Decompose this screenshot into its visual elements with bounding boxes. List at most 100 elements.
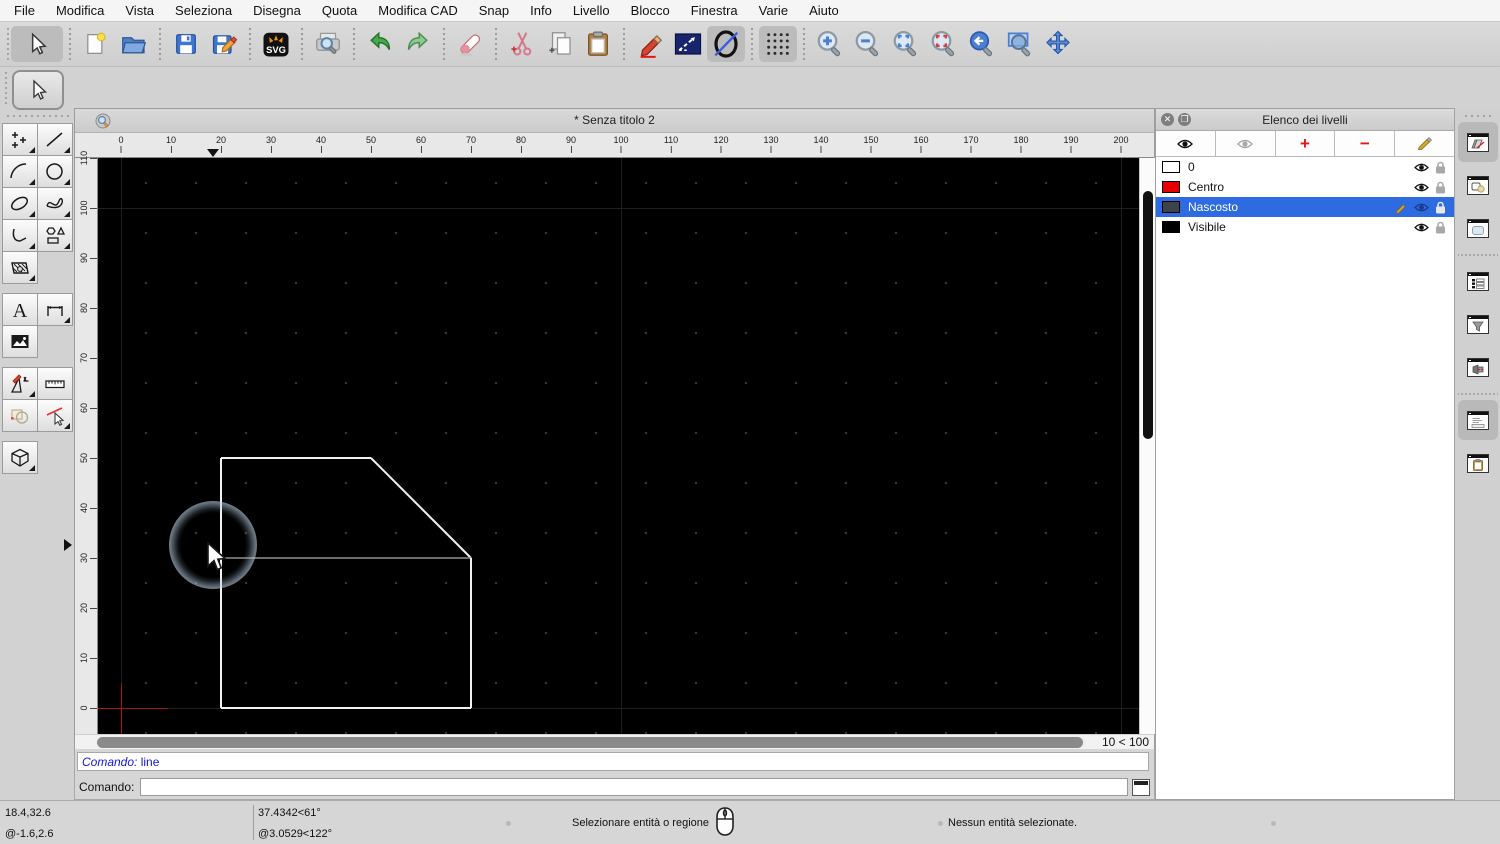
- layer-visibility-icon[interactable]: [1414, 202, 1429, 213]
- layer-row-0[interactable]: 0: [1156, 157, 1454, 177]
- layer-list-dock-button[interactable]: [1457, 122, 1498, 162]
- v-scrollbar-thumb[interactable]: [1143, 191, 1153, 439]
- add-layer-button[interactable]: +: [1276, 131, 1336, 156]
- dimension-tool-button[interactable]: [37, 293, 73, 326]
- save-button[interactable]: [167, 26, 205, 62]
- drawing-window-titlebar[interactable]: * Senza titolo 2: [75, 109, 1154, 133]
- grid-toggle-button[interactable]: [759, 26, 797, 62]
- zoom-selection-button[interactable]: [925, 26, 963, 62]
- edit-layer-button[interactable]: [1395, 131, 1454, 156]
- block-list-dock-icon: [1466, 175, 1489, 195]
- points-tool-button[interactable]: [2, 123, 38, 156]
- print-preview-button[interactable]: [309, 26, 347, 62]
- menu-item-modifica[interactable]: Modifica: [56, 3, 104, 18]
- redo-button[interactable]: [399, 26, 437, 62]
- command-dock-toggle-button[interactable]: [1132, 778, 1150, 796]
- new-file-button[interactable]: [77, 26, 115, 62]
- pan-button[interactable]: [1039, 26, 1077, 62]
- line-preview-button[interactable]: [669, 26, 707, 62]
- layer-visibility-icon[interactable]: [1414, 182, 1429, 193]
- command-input[interactable]: [140, 778, 1128, 796]
- text-tool-button[interactable]: A: [2, 293, 38, 326]
- clipboard-dock-icon: [1466, 453, 1489, 473]
- ellipse-tool-button[interactable]: [2, 187, 38, 220]
- h-ruler-tick: 60: [416, 135, 426, 153]
- layer-lock-icon[interactable]: [1435, 201, 1446, 214]
- menu-item-aiuto[interactable]: Aiuto: [809, 3, 839, 18]
- selection-toolbar-button[interactable]: [12, 70, 64, 110]
- menu-item-quota[interactable]: Quota: [322, 3, 357, 18]
- list-view-dock-button[interactable]: [1458, 261, 1498, 301]
- block-list-dock-button[interactable]: [1458, 165, 1498, 205]
- hide-all-layers-button[interactable]: [1216, 131, 1276, 156]
- layer-visibility-icon[interactable]: [1414, 162, 1429, 173]
- menu-item-file[interactable]: File: [14, 3, 35, 18]
- menu-item-snap[interactable]: Snap: [479, 3, 509, 18]
- line-tool-button[interactable]: [37, 123, 73, 156]
- hatch-tool-button[interactable]: [2, 251, 38, 284]
- copy-button[interactable]: [541, 26, 579, 62]
- zoom-window-button[interactable]: [1001, 26, 1039, 62]
- show-all-layers-button[interactable]: [1156, 131, 1216, 156]
- filter-dock-button[interactable]: [1458, 304, 1498, 344]
- menu-item-livello[interactable]: Livello: [573, 3, 610, 18]
- layer-lock-icon[interactable]: [1435, 221, 1446, 234]
- select-tool-button[interactable]: [11, 26, 63, 62]
- h-scrollbar-thumb[interactable]: [97, 737, 1083, 748]
- command-line-dock-button[interactable]: [1457, 400, 1498, 440]
- explode-tool-button[interactable]: [37, 399, 73, 432]
- circle-tool-button[interactable]: [37, 155, 73, 188]
- menu-item-vista[interactable]: Vista: [125, 3, 154, 18]
- clipboard-dock-button[interactable]: [1458, 443, 1498, 483]
- layer-visibility-icon[interactable]: [1414, 222, 1429, 233]
- delete-button[interactable]: [451, 26, 489, 62]
- layer-row-visibile[interactable]: Visibile: [1156, 217, 1454, 237]
- layer-lock-icon[interactable]: [1435, 181, 1446, 194]
- solid-3d-tool-button[interactable]: [2, 441, 38, 474]
- library-browser-dock-button[interactable]: [1458, 208, 1498, 248]
- draft-mode-button[interactable]: [707, 26, 745, 62]
- h-scrollbar[interactable]: [96, 737, 1086, 748]
- arc-tool-button[interactable]: [2, 155, 38, 188]
- plugin-dock-button[interactable]: [1458, 347, 1498, 387]
- palette-handle[interactable]: [3, 112, 73, 120]
- layer-row-nascosto[interactable]: Nascosto: [1156, 197, 1454, 217]
- open-file-button[interactable]: [115, 26, 153, 62]
- polygon-tool-button[interactable]: [37, 219, 73, 252]
- remove-layer-button[interactable]: −: [1335, 131, 1396, 156]
- menu-item-finestra[interactable]: Finestra: [691, 3, 738, 18]
- modify-shape-tool-button[interactable]: [2, 399, 38, 432]
- paste-button[interactable]: [579, 26, 617, 62]
- selbar-handle[interactable]: [2, 72, 9, 104]
- menu-item-seleziona[interactable]: Seleziona: [175, 3, 232, 18]
- measure-tool-button[interactable]: [37, 367, 73, 400]
- cut-button[interactable]: [503, 26, 541, 62]
- menu-item-modifica-cad[interactable]: Modifica CAD: [378, 3, 457, 18]
- layer-row-centro[interactable]: Centro: [1156, 177, 1454, 197]
- layer-lock-icon[interactable]: [1435, 161, 1446, 174]
- modify-tool-button[interactable]: [2, 367, 38, 400]
- red-pencil-icon: [640, 34, 663, 58]
- zoom-auto-button[interactable]: [887, 26, 925, 62]
- save-as-button[interactable]: [205, 26, 243, 62]
- toolbar-handle[interactable]: [4, 27, 11, 61]
- svg-export-button[interactable]: SVG: [257, 26, 295, 62]
- pen-button[interactable]: [631, 26, 669, 62]
- menu-item-disegna[interactable]: Disegna: [253, 3, 301, 18]
- image-tool-button[interactable]: [2, 325, 38, 358]
- polyline-tool-button[interactable]: [2, 219, 38, 252]
- dock-handle[interactable]: [1460, 112, 1495, 119]
- zoom-in-button[interactable]: [811, 26, 849, 62]
- zoom-previous-button[interactable]: [963, 26, 1001, 62]
- menu-item-blocco[interactable]: Blocco: [631, 3, 670, 18]
- layer-edit-pencil-icon[interactable]: [1395, 201, 1408, 214]
- menu-item-varie[interactable]: Varie: [759, 3, 788, 18]
- v-scrollbar[interactable]: [1139, 158, 1156, 734]
- spline-tool-button[interactable]: [37, 187, 73, 220]
- undo-button[interactable]: [361, 26, 399, 62]
- drawing-canvas[interactable]: [98, 158, 1139, 734]
- zoom-selection-icon: [931, 31, 955, 57]
- zoom-out-button[interactable]: [849, 26, 887, 62]
- menu-item-info[interactable]: Info: [530, 3, 552, 18]
- drawing-window: * Senza titolo 2 0 10 20 30 40 50 60 70 80 90 100 1…: [64, 108, 1156, 750]
